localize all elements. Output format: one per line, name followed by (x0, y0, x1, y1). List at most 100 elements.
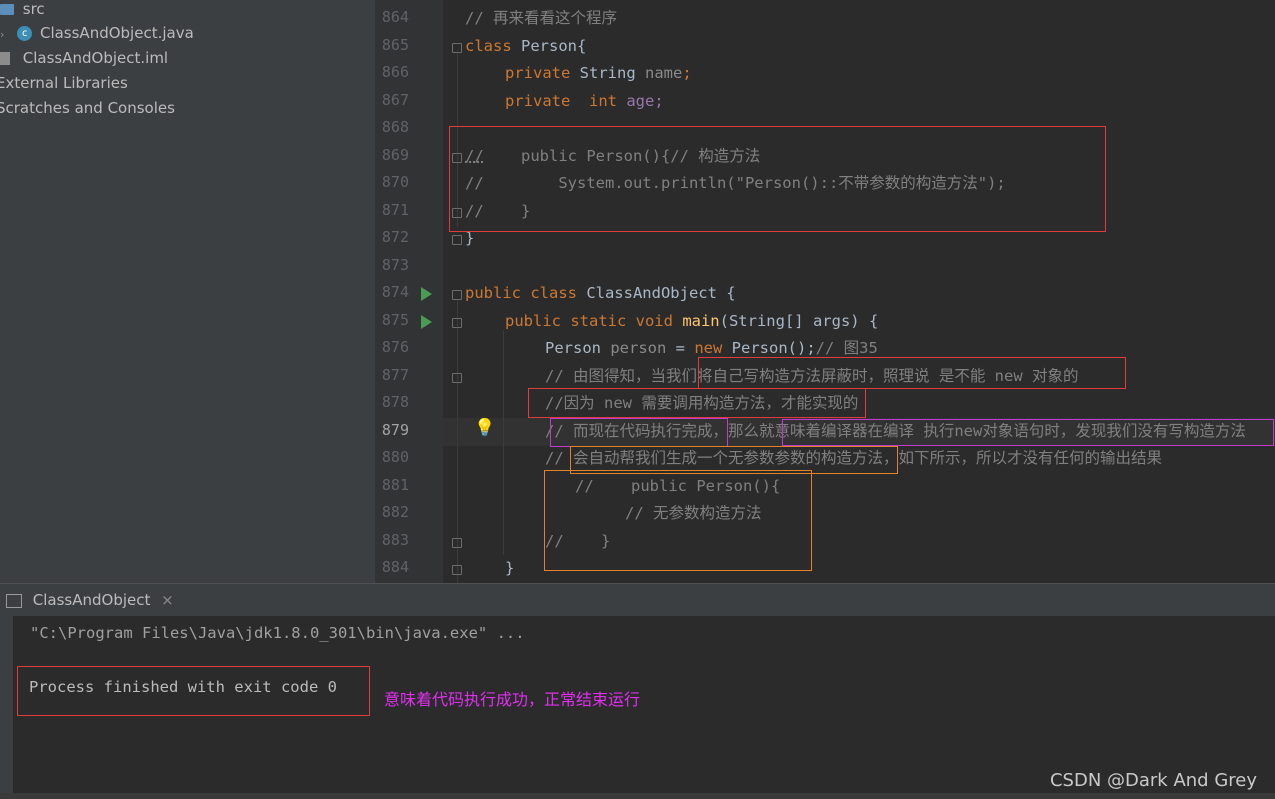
code-token: main (682, 312, 720, 330)
fold-marker-icon[interactable] (452, 235, 462, 245)
code-token: int (570, 92, 617, 110)
line-number: 881 (381, 476, 409, 494)
run-class-icon[interactable] (421, 287, 432, 301)
code-token: name (644, 64, 683, 82)
code-token: public Person(){// 构造方法 (483, 147, 761, 165)
chevron-right-icon: › (0, 28, 5, 41)
indent-guide (457, 52, 458, 227)
code-line-866: private String name; (505, 60, 692, 87)
tree-item-label: External Libraries (0, 74, 128, 92)
line-number: 865 (381, 36, 409, 54)
fold-marker-icon[interactable] (452, 538, 462, 548)
line-number: 883 (381, 531, 409, 549)
code-line-881: // public Person(){ (575, 477, 781, 495)
code-line-869: // public Person(){// 构造方法 (465, 143, 760, 170)
tree-item-iml-file[interactable]: ClassAndObject.iml (0, 46, 168, 70)
watermark: CSDN @Dark And Grey (1049, 770, 1257, 791)
fold-marker-icon[interactable] (452, 565, 462, 575)
close-icon[interactable]: × (161, 591, 174, 609)
code-line-877: // 由图得知，当我们将自己写构造方法屏蔽时，照理说 是不能 new 对象的 (545, 367, 1079, 385)
code-token: private (505, 92, 571, 110)
fold-marker-icon[interactable] (452, 290, 462, 300)
editor-gutter: 864 865 866 867 868 869 870 871 872 873 … (375, 0, 443, 583)
tree-item-external-libraries[interactable]: External Libraries (0, 71, 128, 95)
code-token: = (666, 339, 695, 357)
code-token: ClassAndObject { (576, 284, 736, 302)
line-number: 867 (381, 91, 409, 109)
console-command-line: "C:\Program Files\Java\jdk1.8.0_301\bin\… (30, 624, 525, 642)
console-icon (6, 593, 22, 608)
code-token: Person{ (511, 37, 587, 55)
code-line-884: } (505, 559, 515, 577)
code-line-871: // } (465, 202, 531, 220)
tree-item-label: ClassAndObject.iml (22, 49, 169, 67)
line-number: 880 (381, 448, 409, 466)
line-number: 875 (381, 311, 409, 329)
console-exit-message: Process finished with exit code 0 (29, 678, 337, 696)
code-token: Person(); (722, 339, 816, 357)
code-line-880: // 会自动帮我们生成一个无参数参数的构造方法，如下所示，所以才没有任何的输出结… (545, 449, 1162, 467)
line-number: 869 (381, 146, 409, 164)
line-number: 864 (381, 8, 409, 26)
code-token: person (610, 339, 667, 357)
code-line-872: } (465, 229, 475, 247)
line-number: 871 (381, 201, 409, 219)
code-line-882: // 无参数构造方法 (625, 504, 762, 522)
code-line-874: public class ClassAndObject { (465, 280, 736, 307)
fold-marker-icon[interactable] (452, 153, 462, 163)
annotation-text: 意味着代码执行成功，正常结束运行 (384, 690, 641, 709)
code-line-876: Person person = new Person();// 图35 (545, 335, 878, 362)
line-number: 884 (381, 558, 409, 576)
code-token: public class (465, 284, 577, 302)
line-number: 868 (381, 118, 409, 136)
code-line-870: // System.out.println("Person()::不带参数的构造… (465, 174, 1006, 192)
line-number: 872 (381, 228, 409, 246)
console-toolbar (0, 616, 13, 799)
fold-marker-icon[interactable] (452, 373, 462, 383)
tree-item-scratches[interactable]: Scratches and Consoles (0, 96, 175, 120)
line-number: 877 (381, 366, 409, 384)
fold-marker-icon[interactable] (452, 318, 462, 328)
line-number: 876 (381, 338, 409, 356)
module-file-icon (0, 52, 10, 65)
folder-icon (0, 4, 14, 15)
tree-item-java-file[interactable]: › c ClassAndObject.java (0, 21, 194, 45)
java-class-icon: c (17, 26, 33, 41)
code-token: new (694, 339, 723, 357)
fold-marker-icon[interactable] (452, 43, 462, 53)
code-line-878: //因为 new 需要调用构造方法，才能实现的 (545, 394, 859, 412)
line-number: 870 (381, 173, 409, 191)
code-token: // 图35 (815, 339, 878, 357)
code-line-864: // 再来看看这个程序 (465, 9, 617, 27)
tree-item-label: ClassAndObject.java (39, 24, 194, 42)
code-token: // (465, 147, 484, 165)
code-token: public static void (505, 312, 683, 330)
indent-guide (503, 330, 504, 555)
run-tool-window-header: ClassAndObject × (0, 583, 1275, 617)
tab-run-classandobject[interactable]: ClassAndObject × (6, 591, 174, 609)
run-main-icon[interactable] (421, 315, 432, 329)
code-editor[interactable]: // 再来看看这个程序 class Person{ private String… (443, 0, 1275, 583)
line-number-current: 879 (381, 421, 409, 439)
code-token: ; (682, 64, 692, 82)
code-line-879: // 而现在代码执行完成，那么就意味着编译器在编译 执行new对象语句时，发现我… (545, 422, 1246, 440)
lightbulb-icon[interactable]: 💡 (474, 418, 495, 438)
tree-item-src[interactable]: src (0, 0, 45, 21)
line-number: 873 (381, 256, 409, 274)
code-token: Person (545, 339, 611, 357)
line-number: 874 (381, 283, 409, 301)
code-token: private (505, 64, 571, 82)
code-token: String (570, 64, 645, 82)
tree-item-label: src (22, 0, 45, 18)
tab-label: ClassAndObject (32, 591, 151, 609)
fold-marker-icon[interactable] (452, 208, 462, 218)
code-token: class (465, 37, 512, 55)
horizontal-scrollbar[interactable] (0, 793, 1275, 799)
tree-item-label: Scratches and Consoles (0, 99, 175, 117)
line-number: 866 (381, 63, 409, 81)
code-line-865: class Person{ (465, 33, 586, 60)
code-line-883: // } (545, 532, 611, 550)
code-token: age; (617, 92, 664, 110)
line-number: 878 (381, 393, 409, 411)
code-line-867: private int age; (505, 88, 664, 115)
